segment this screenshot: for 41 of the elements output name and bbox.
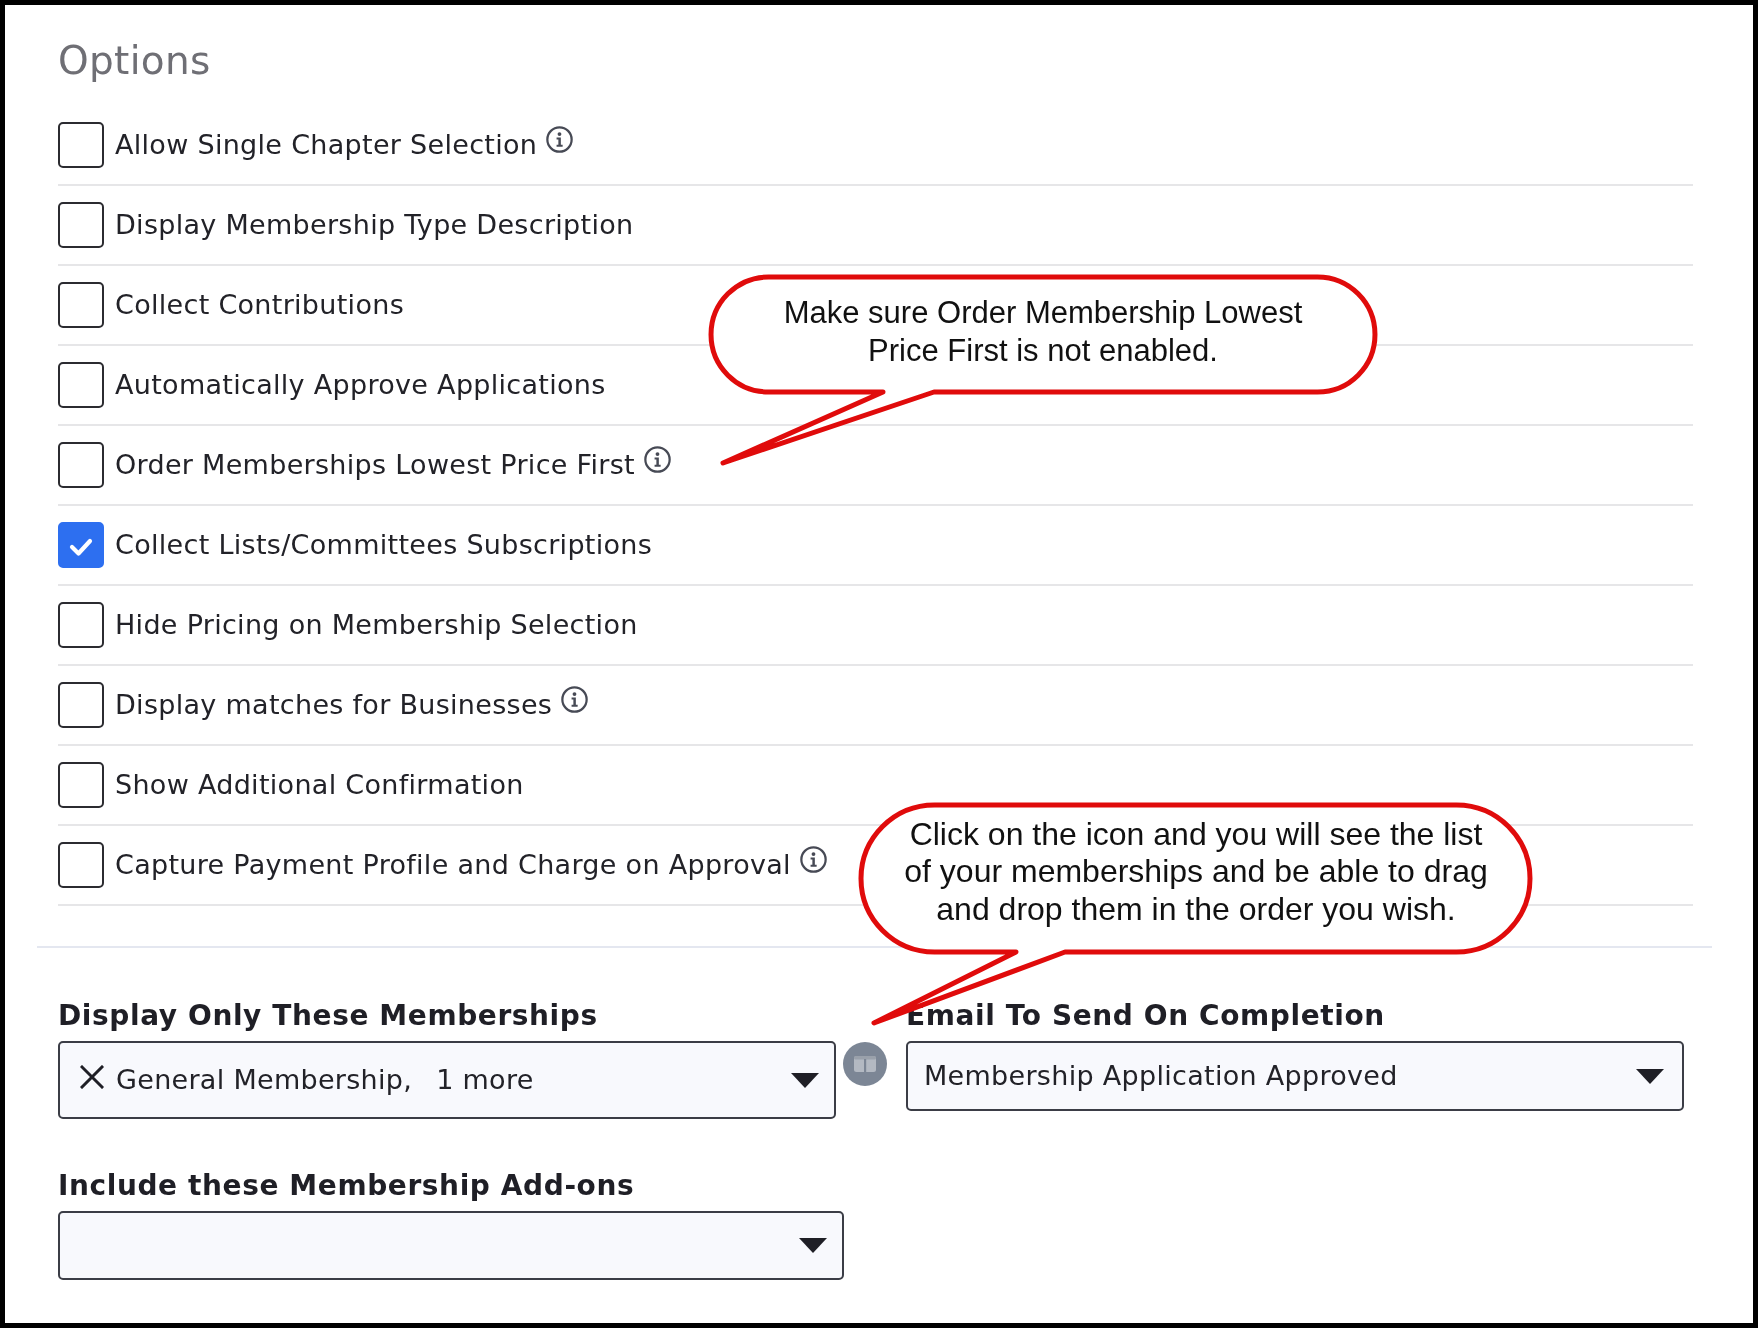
option-label: Show Additional Confirmation [115, 768, 524, 802]
option-label: Collect Contributions [115, 288, 404, 322]
checkbox[interactable] [58, 682, 104, 728]
checkbox[interactable] [58, 522, 104, 568]
callout-text: Click on the icon and you will see the list of your memberships and be able to drag and drop them in the order you wish. [903, 815, 1489, 929]
select-value: Membership Application Approved [924, 1059, 1398, 1093]
info-icon[interactable] [799, 845, 827, 873]
checkbox[interactable] [58, 282, 104, 328]
info-icon[interactable] [546, 125, 574, 153]
option-label: Display Membership Type Description [115, 208, 634, 242]
select-field[interactable] [58, 1211, 844, 1280]
caret-icon[interactable] [791, 1072, 819, 1088]
checkbox[interactable] [58, 442, 104, 488]
checkbox[interactable] [58, 362, 104, 408]
checkbox[interactable] [58, 762, 104, 808]
columns-icon[interactable] [843, 1042, 887, 1086]
option-label: Hide Pricing on Membership Selection [115, 608, 638, 642]
option-label: Order Memberships Lowest Price First [115, 448, 635, 482]
info-icon[interactable] [561, 685, 589, 713]
section-title: Options [58, 37, 211, 85]
option-label: Display matches for Businesses [115, 688, 553, 722]
select-value: General Membership, [116, 1063, 413, 1097]
checkbox[interactable] [58, 122, 104, 168]
select-field[interactable]: Membership Application Approved [906, 1041, 1684, 1111]
info-icon[interactable] [643, 445, 671, 473]
caret-icon[interactable] [1636, 1068, 1664, 1084]
option-label: Allow Single Chapter Selection [115, 128, 538, 162]
checkbox[interactable] [58, 842, 104, 888]
checkbox[interactable] [58, 202, 104, 248]
check-icon [69, 537, 93, 557]
option-label: Automatically Approve Applications [115, 368, 606, 402]
caret-icon[interactable] [799, 1238, 827, 1253]
checkbox[interactable] [58, 602, 104, 648]
field-label: Include these Membership Add-ons [58, 1168, 635, 1204]
option-label: Capture Payment Profile and Charge on Approval [115, 848, 791, 882]
more-count: 1 more [436, 1063, 534, 1097]
option-label: Collect Lists/Committees Subscriptions [115, 528, 653, 562]
multi-select-field[interactable]: General Membership, 1 more [58, 1041, 836, 1119]
field-label: Display Only These Memberships [58, 998, 598, 1034]
callout-text: Make sure Order Membership Lowest Price First is not enabled. [782, 294, 1304, 370]
close-icon[interactable] [80, 1065, 104, 1089]
